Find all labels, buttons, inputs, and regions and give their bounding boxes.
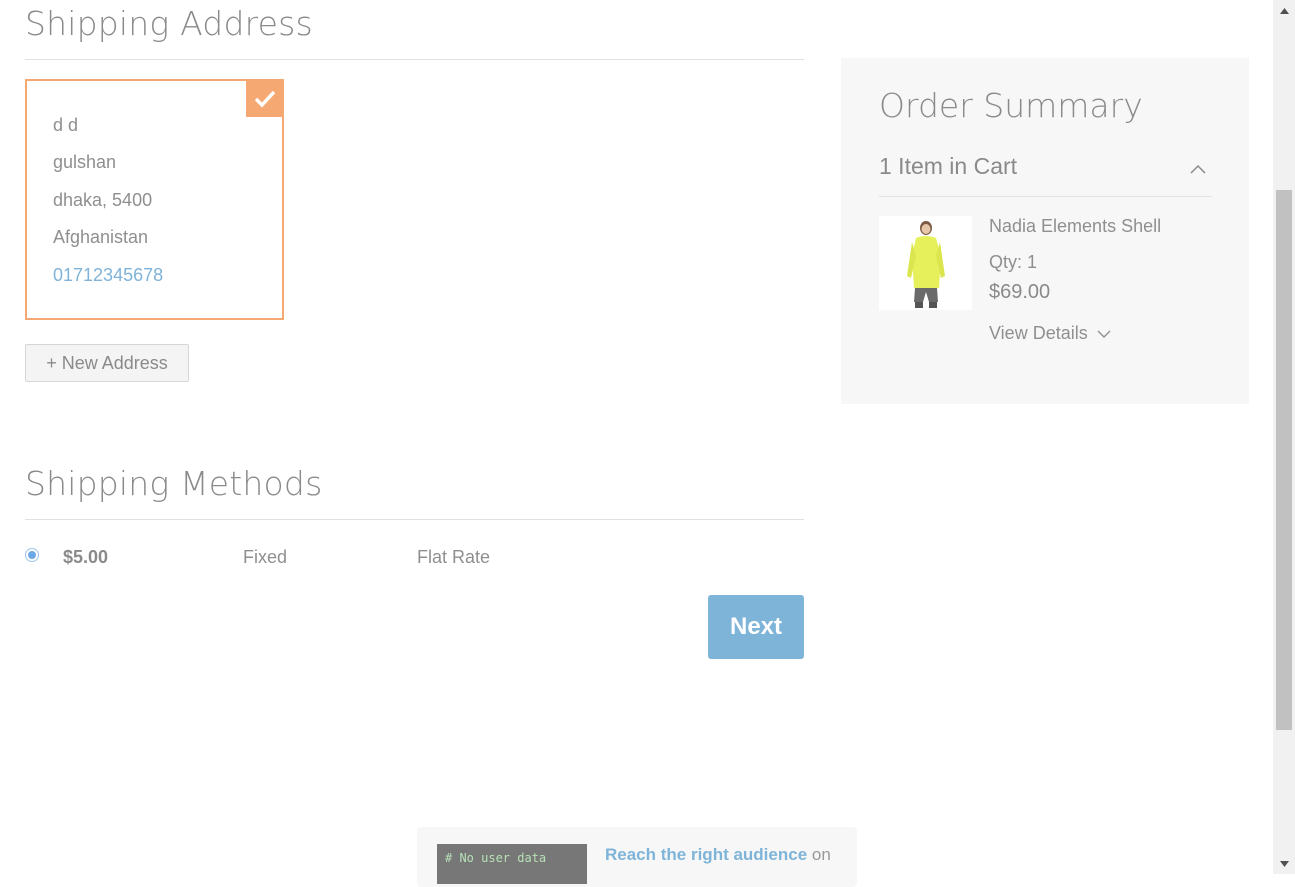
shipping-methods-title: Shipping Methods [25, 464, 323, 503]
product-thumbnail [879, 216, 972, 310]
order-summary-panel: Order Summary 1 Item in Cart Nadia Eleme… [841, 58, 1249, 404]
vertical-scrollbar[interactable] [1273, 0, 1295, 874]
ad-text-rest: on [807, 845, 831, 864]
ad-code-snippet: # No user data [437, 844, 587, 884]
divider [25, 59, 804, 60]
ad-text: Reach the right audience on [605, 845, 831, 865]
shipping-method-name: Fixed [243, 547, 288, 567]
cart-count-label: 1 Item in Cart [879, 153, 1018, 179]
scrollbar-thumb[interactable] [1276, 190, 1292, 730]
address-card-selected[interactable]: d d gulshan dhaka, 5400 Afghanistan 0171… [25, 79, 284, 320]
next-button[interactable]: Next [708, 595, 804, 659]
scroll-down-arrow-icon[interactable] [1273, 855, 1295, 872]
shipping-method-price: $5.00 [63, 547, 109, 567]
chevron-down-icon [1097, 330, 1111, 338]
order-summary-title: Order Summary [879, 86, 1143, 125]
view-details-label: View Details [989, 323, 1088, 343]
divider [25, 519, 804, 520]
checkmark-icon [246, 80, 283, 117]
scroll-up-arrow-icon[interactable] [1273, 2, 1295, 19]
ad-link[interactable]: Reach the right audience [605, 845, 807, 864]
address-street: gulshan [53, 152, 117, 172]
shipping-carrier-name: Flat Rate [417, 547, 491, 567]
cart-items-toggle[interactable]: 1 Item in Cart [879, 153, 1212, 197]
address-city-zip: dhaka, 5400 [53, 190, 153, 210]
address-name: d d [53, 115, 79, 135]
shipping-method-radio[interactable] [25, 548, 39, 562]
address-phone-link[interactable]: 01712345678 [53, 265, 163, 285]
product-price: $69.00 [989, 281, 1051, 303]
new-address-button[interactable]: + New Address [25, 344, 189, 382]
shipping-address-title: Shipping Address [25, 4, 313, 43]
product-name: Nadia Elements Shell [989, 216, 1162, 236]
checkout-page: Shipping Address d d gulshan dhaka, 5400… [0, 0, 1273, 887]
view-details-toggle[interactable]: View Details [989, 323, 1111, 344]
product-qty: Qty: 1 [989, 252, 1038, 272]
chevron-up-icon [1190, 161, 1206, 179]
address-country: Afghanistan [53, 227, 149, 247]
ad-banner[interactable]: # No user data Reach the right audience … [417, 827, 857, 887]
